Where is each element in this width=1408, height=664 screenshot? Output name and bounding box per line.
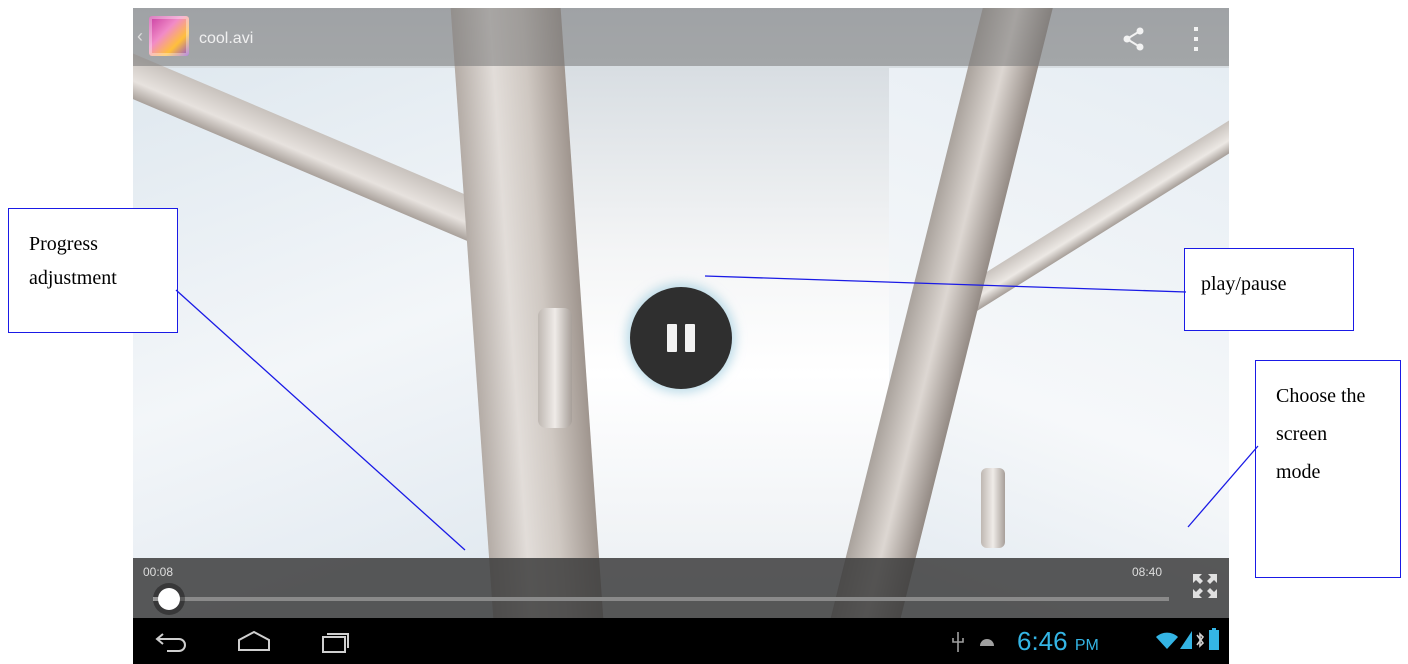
video-scene-handle-left: [538, 308, 572, 428]
current-time: 00:08: [143, 565, 174, 579]
pause-icon-bar: [685, 324, 695, 352]
video-player-screen: ‹ cool.avi 00:08 08:40 6:46 PM: [133, 8, 1229, 664]
back-chevron-icon[interactable]: ‹: [137, 26, 143, 47]
signal-icon: [1180, 631, 1192, 649]
overflow-menu-icon[interactable]: [1191, 26, 1201, 52]
play-pause-button[interactable]: [630, 287, 732, 389]
fullscreen-icon[interactable]: [1191, 572, 1219, 600]
clock-ampm: PM: [1074, 637, 1099, 654]
system-navigation-bar: 6:46 PM: [133, 618, 1229, 664]
callout-play-pause: play/pause: [1184, 248, 1354, 331]
video-frame[interactable]: ‹ cool.avi 00:08 08:40: [133, 8, 1229, 618]
callout-progress-adjustment: Progress adjustment: [8, 208, 178, 333]
usb-icon: [952, 632, 964, 652]
gallery-app-icon[interactable]: [149, 16, 189, 56]
share-icon[interactable]: [1121, 26, 1147, 52]
status-clock: 6:46 PM: [1017, 626, 1099, 657]
home-icon[interactable]: [237, 630, 271, 652]
video-scene-handle-right: [981, 468, 1005, 548]
back-icon[interactable]: [155, 630, 187, 652]
battery-icon: [1209, 628, 1219, 650]
callout-play-pause-text: play/pause: [1201, 273, 1287, 295]
video-title: cool.avi: [199, 30, 254, 47]
playback-controls: 00:08 08:40: [133, 558, 1229, 618]
callout-screen-mode-text: Choose the screen mode: [1276, 385, 1366, 483]
action-bar: ‹ cool.avi: [133, 8, 1229, 66]
total-duration: 08:40: [1132, 565, 1163, 579]
wifi-icon: [1156, 632, 1178, 649]
progress-track[interactable]: [153, 597, 1169, 601]
progress-thumb[interactable]: [158, 588, 181, 610]
callout-progress-text: Progress adjustment: [29, 233, 117, 289]
clock-time: 6:46: [1017, 626, 1068, 656]
bluetooth-icon: [1196, 632, 1205, 648]
callout-screen-mode: Choose the screen mode: [1255, 360, 1401, 578]
pause-icon: [667, 324, 677, 352]
recent-apps-icon[interactable]: [321, 630, 351, 654]
android-debug-icon: [980, 639, 994, 646]
